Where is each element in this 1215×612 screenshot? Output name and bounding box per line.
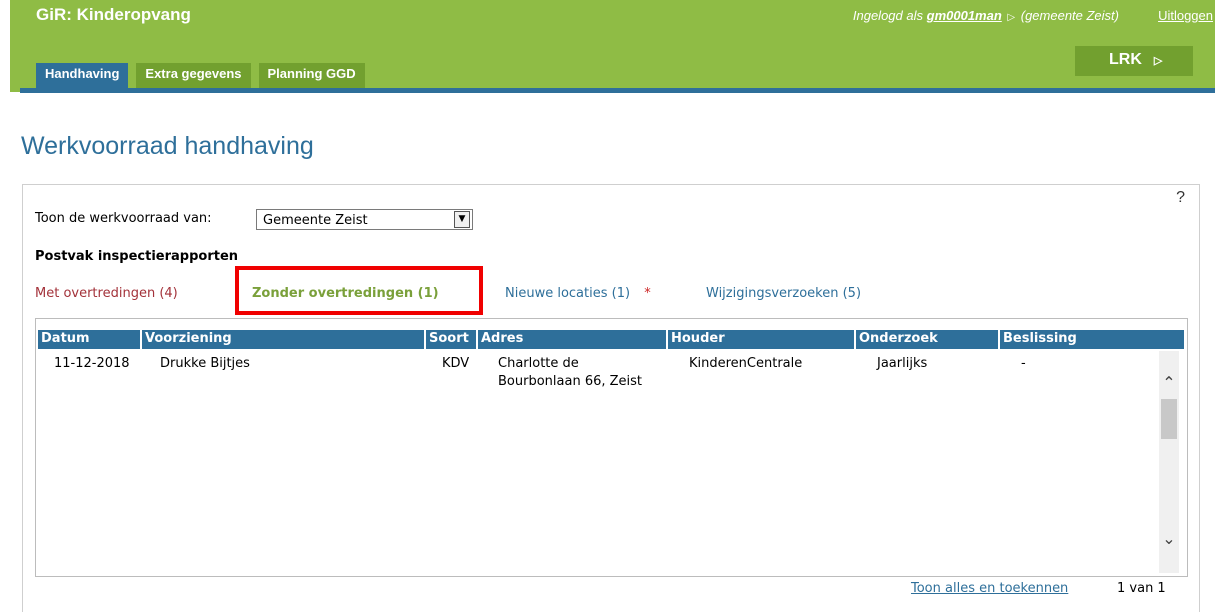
cell-onderzoek: Jaarlijks [877,356,928,371]
column-header-voorziening[interactable]: Voorziening [142,330,426,349]
cell-datum: 11-12-2018 [54,356,130,371]
werkvoorraad-select[interactable]: Gemeente Zeist ▼ [256,209,473,230]
lrk-arrow-icon: ▷ [1153,55,1163,67]
new-indicator-star: * [644,286,651,301]
login-prefix: Ingelogd als [852,8,923,23]
subtab-nieuwe-locaties-label: Nieuwe locaties (1) [505,286,631,301]
cell-adres: Charlotte de Bourbonlaan 66, Zeist [498,355,642,391]
filter-label: Toon de werkvoorraad van: [35,211,212,226]
help-icon[interactable]: ? [1176,189,1185,207]
cell-voorziening: Drukke Bijtjes [160,356,250,371]
scroll-up-icon[interactable]: ⌃ [1159,373,1179,395]
cell-adres-line2: Bourbonlaan 66, Zeist [498,374,643,389]
login-arrow-icon: ▷ [1007,12,1016,23]
subtab-met-overtredingen[interactable]: Met overtredingen (4) [35,286,178,301]
scroll-thumb[interactable] [1161,399,1177,439]
toon-alles-link[interactable]: Toon alles en toekennen [911,581,1068,596]
postvak-title: Postvak inspectierapporten [35,249,239,264]
table-scrollbar[interactable]: ⌃ ⌄ [1159,351,1179,573]
main-tabs: Handhaving Extra gegevens Planning GGD [36,63,373,88]
subtab-nieuwe-locaties[interactable]: Nieuwe locaties (1) * [505,286,651,301]
cell-adres-line1: Charlotte de [498,356,579,371]
column-header-soort[interactable]: Soort [426,330,478,349]
tab-extra-gegevens[interactable]: Extra gegevens [136,63,251,88]
lrk-label: LRK [1109,51,1142,68]
app-header: GiR: Kinderopvang Ingelogd als gm0001man… [0,0,1215,93]
subtab-wijzigingsverzoeken[interactable]: Wijzigingsverzoeken (5) [706,286,861,301]
column-header-adres[interactable]: Adres [478,330,668,349]
lrk-button[interactable]: LRK ▷ [1075,46,1193,76]
column-header-houder[interactable]: Houder [668,330,856,349]
column-header-beslissing[interactable]: Beslissing [1000,330,1184,349]
scroll-down-icon[interactable]: ⌄ [1159,529,1179,551]
logout-link[interactable]: Uitloggen [1158,8,1213,23]
cell-beslissing: - [1021,356,1026,371]
page-title: Werkvoorraad handhaving [21,132,314,160]
column-header-datum[interactable]: Datum [38,330,142,349]
app-title: GiR: Kinderopvang [36,5,191,24]
column-header-onderzoek[interactable]: Onderzoek [856,330,1000,349]
header-bar: GiR: Kinderopvang Ingelogd als gm0001man… [20,0,1215,92]
municipality-label: (gemeente Zeist) [1020,8,1119,23]
paging-info: 1 van 1 [1117,581,1166,596]
chevron-down-icon[interactable]: ▼ [454,211,470,228]
username-link[interactable]: gm0001man [927,8,1002,23]
werkvoorraad-panel: ? Toon de werkvoorraad van: Gemeente Zei… [22,184,1200,612]
tab-handhaving[interactable]: Handhaving [36,63,129,88]
werkvoorraad-select-value: Gemeente Zeist [263,213,368,228]
cell-soort: KDV [442,356,470,371]
tab-planning-ggd[interactable]: Planning GGD [258,63,365,88]
header-divider [20,88,1215,93]
cell-houder: KinderenCentrale [689,356,803,371]
table-header: Datum Voorziening Soort Adres Houder Ond… [38,330,1184,349]
highlight-annotation [235,266,483,315]
login-info: Ingelogd als gm0001man ▷ (gemeente Zeist… [853,8,1119,23]
